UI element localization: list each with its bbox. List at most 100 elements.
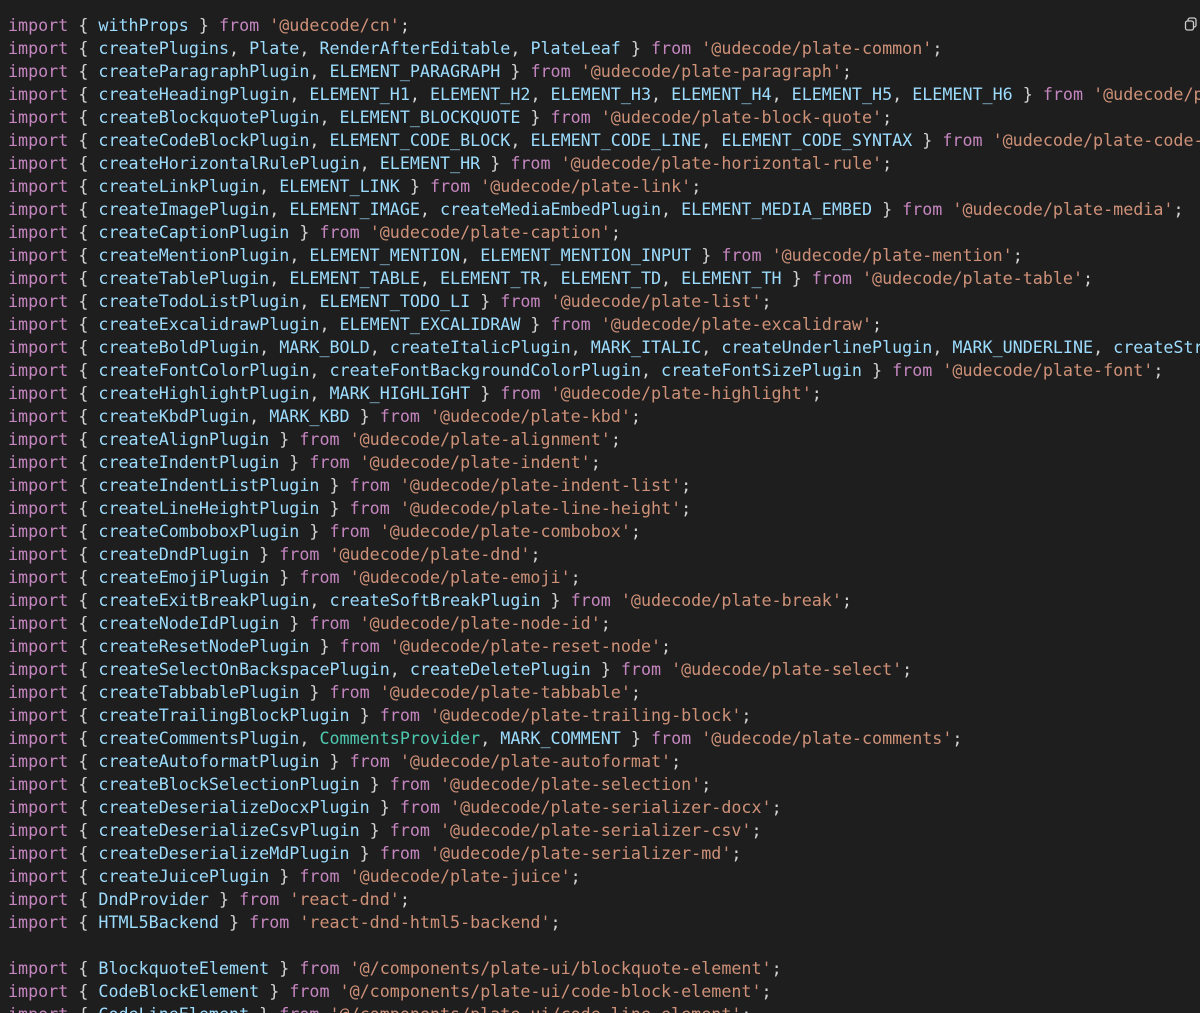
import-keyword: import	[8, 981, 69, 1001]
imported-name: createFontBackgroundColorPlugin	[329, 360, 641, 380]
import-keyword: import	[8, 728, 69, 748]
module-path: '@udecode/plate-serializer-csv'	[440, 820, 752, 840]
code-line: import { createLineHeightPlugin } from '…	[8, 498, 692, 518]
code-content[interactable]: import { withProps } from '@udecode/cn';…	[8, 14, 1200, 1013]
module-path: '@udecode/plate-dnd'	[329, 544, 531, 564]
from-keyword: from	[1042, 84, 1084, 104]
imported-name: ELEMENT_TD	[560, 268, 662, 288]
code-line: import { createExcalidrawPlugin, ELEMENT…	[8, 314, 883, 334]
imported-name: createTodoListPlugin	[98, 291, 300, 311]
semicolon: ;	[872, 314, 883, 334]
code-line: import { createDeserializeMdPlugin } fro…	[8, 843, 742, 863]
imported-name: createJuicePlugin	[98, 866, 270, 886]
import-keyword: import	[8, 889, 69, 909]
code-line: import { CodeBlockElement } from '@/comp…	[8, 981, 772, 1001]
code-line: import { createIndentListPlugin } from '…	[8, 475, 692, 495]
module-path: '@udecode/plate-excalidraw'	[600, 314, 873, 334]
imported-name: ELEMENT_TODO_LI	[319, 291, 471, 311]
from-keyword: from	[429, 176, 471, 196]
imported-name: ELEMENT_TR	[440, 268, 541, 288]
semicolon: ;	[1083, 268, 1094, 288]
from-keyword: from	[349, 475, 390, 495]
imported-name: ELEMENT_PARAGRAPH	[329, 61, 501, 81]
import-keyword: import	[8, 498, 69, 518]
from-keyword: from	[299, 866, 340, 886]
import-keyword: import	[8, 774, 69, 794]
semicolon: ;	[630, 406, 641, 426]
semicolon: ;	[681, 475, 692, 495]
imported-name: createEmojiPlugin	[98, 567, 270, 587]
semicolon: ;	[1153, 360, 1164, 380]
from-keyword: from	[892, 360, 933, 380]
from-keyword: from	[550, 314, 591, 334]
code-editor[interactable]: import { withProps } from '@udecode/cn';…	[0, 0, 1200, 1013]
import-keyword: import	[8, 636, 69, 656]
import-keyword: import	[8, 797, 69, 817]
imported-name: createIndentPlugin	[98, 452, 280, 472]
code-line: import { createAutoformatPlugin } from '…	[8, 751, 682, 771]
import-keyword: import	[8, 452, 69, 472]
module-path: '@udecode/plate-list'	[550, 291, 762, 311]
module-path: 'react-dnd'	[289, 889, 400, 909]
semicolon: ;	[741, 705, 752, 725]
semicolon: ;	[630, 521, 641, 541]
imported-name: createSoftBreakPlugin	[329, 590, 541, 610]
module-path: '@/components/plate-ui/code-block-elemen…	[339, 981, 762, 1001]
copy-icon[interactable]	[1184, 17, 1198, 31]
imported-name: RenderAfterEditable	[319, 38, 511, 58]
code-line: import { createCommentsPlugin, CommentsP…	[8, 728, 963, 748]
code-line: import { createIndentPlugin } from '@ude…	[8, 452, 601, 472]
imported-name: ELEMENT_H3	[550, 84, 651, 104]
from-keyword: from	[349, 751, 390, 771]
module-path: '@udecode/plate-node-id'	[359, 613, 601, 633]
from-keyword: from	[379, 843, 420, 863]
imported-name: createDndPlugin	[98, 544, 250, 564]
from-keyword: from	[349, 498, 390, 518]
imported-name: createBlockquotePlugin	[98, 107, 320, 127]
from-keyword: from	[379, 406, 420, 426]
module-path: '@udecode/plate-code-block'	[992, 130, 1200, 150]
from-keyword: from	[550, 107, 591, 127]
from-keyword: from	[299, 429, 340, 449]
imported-name: ELEMENT_H2	[429, 84, 531, 104]
imported-name: createTrailingBlockPlugin	[98, 705, 350, 725]
imported-name: createFontColorPlugin	[98, 360, 310, 380]
from-keyword: from	[379, 705, 420, 725]
module-path: '@udecode/plate-indent-list'	[399, 475, 682, 495]
from-keyword: from	[279, 544, 320, 564]
imported-name: createCaptionPlugin	[98, 222, 290, 242]
from-keyword: from	[339, 636, 380, 656]
code-line: import { DndProvider } from 'react-dnd';	[8, 889, 410, 909]
code-line: import { createDeserializeDocxPlugin } f…	[8, 797, 782, 817]
semicolon: ;	[761, 981, 772, 1001]
from-keyword: from	[721, 245, 762, 265]
import-keyword: import	[8, 38, 69, 58]
imported-name: createKbdPlugin	[98, 406, 250, 426]
code-line: import { createExitBreakPlugin, createSo…	[8, 590, 852, 610]
code-line: import { createCaptionPlugin } from '@ud…	[8, 222, 621, 242]
import-keyword: import	[8, 130, 69, 150]
imported-name: ELEMENT_CODE_SYNTAX	[721, 130, 913, 150]
module-path: '@udecode/plate-alignment'	[349, 429, 611, 449]
from-keyword: from	[279, 1004, 319, 1013]
code-line: import { createJuicePlugin } from '@udec…	[8, 866, 581, 886]
code-line: import { createParagraphPlugin, ELEMENT_…	[8, 61, 852, 81]
code-line: import { createHighlightPlugin, MARK_HIG…	[8, 383, 822, 403]
imported-name: ELEMENT_H1	[309, 84, 410, 104]
import-keyword: import	[8, 107, 69, 127]
import-keyword: import	[8, 176, 69, 196]
import-keyword: import	[8, 268, 69, 288]
code-line: import { BlockquoteElement } from '@/com…	[8, 958, 782, 978]
code-line: import { createHorizontalRulePlugin, ELE…	[8, 153, 893, 173]
code-line: import { createKbdPlugin, MARK_KBD } fro…	[8, 406, 641, 426]
import-keyword: import	[8, 1004, 68, 1013]
import-keyword: import	[8, 15, 69, 35]
imported-name: MARK_COMMENT	[500, 728, 621, 748]
import-keyword: import	[8, 314, 69, 334]
imported-name: createHeadingPlugin	[98, 84, 290, 104]
semicolon: ;	[630, 682, 641, 702]
semicolon: ;	[399, 889, 410, 909]
imported-name: createAutoformatPlugin	[98, 751, 320, 771]
module-path: '@udecode/plate-reset-node'	[389, 636, 662, 656]
module-path: '@/components/plate-ui/blockquote-elemen…	[349, 958, 772, 978]
